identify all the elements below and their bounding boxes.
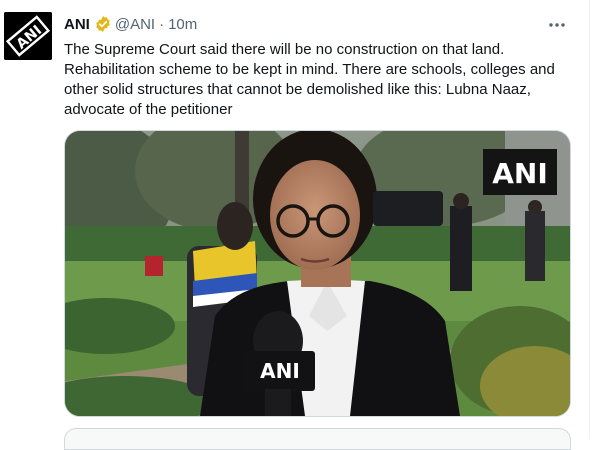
next-tweet-card-edge (64, 428, 571, 450)
tweet-card[interactable]: ANI ANI @ANI · 10m The Supreme Court sai… (0, 0, 600, 450)
author-handle[interactable]: @ANI (115, 16, 155, 33)
more-options-icon[interactable] (546, 14, 568, 36)
verified-badge-icon (96, 16, 110, 32)
ani-logo: ANI (4, 12, 52, 60)
tweet-timestamp[interactable]: 10m (168, 16, 197, 33)
media-photo: ANI ANI (65, 131, 570, 416)
tweet-media[interactable]: ANI ANI (64, 130, 571, 417)
tweet-text: The Supreme Court said there will be no … (64, 41, 555, 118)
author-avatar[interactable]: ANI (4, 12, 52, 60)
tweet-header: ANI @ANI · 10m (64, 14, 197, 34)
author-name[interactable]: ANI (64, 16, 90, 33)
watermark-text: ANI (492, 157, 548, 190)
mic-flag-label: ANI (260, 359, 300, 383)
timeline-border (589, 0, 590, 439)
separator-dot: · (159, 15, 165, 33)
